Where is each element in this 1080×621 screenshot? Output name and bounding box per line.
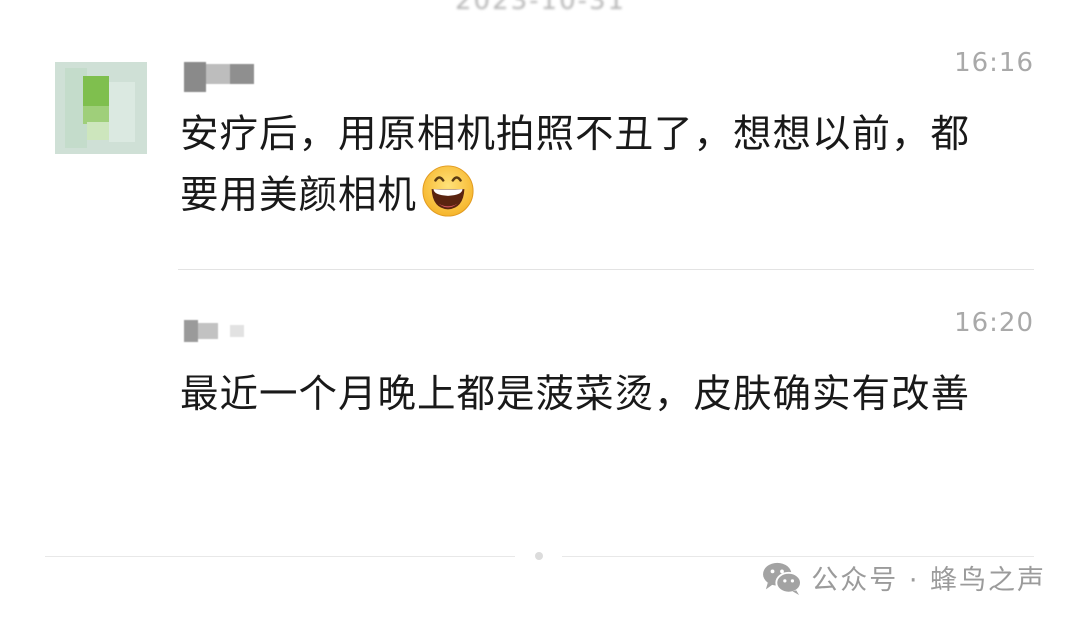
message-text-body: 安疗后，用原相机拍照不丑了，想想以前，都要用美颜相机 [180, 112, 971, 218]
message-text: 最近一个月晚上都是菠菜烫，皮肤确实有改善 [180, 372, 971, 417]
watermark: 公众号 · 蜂鸟之声 [761, 558, 1046, 597]
footer-divider-right [562, 556, 1034, 557]
message-divider [178, 269, 1034, 270]
footer-divider-dot [535, 552, 543, 560]
watermark-text: 公众号 · 蜂鸟之声 [811, 565, 1046, 596]
footer-divider-left [45, 556, 515, 557]
message-text: 安疗后，用原相机拍照不丑了，想想以前，都要用美颜相机 [180, 106, 1000, 225]
wechat-icon [763, 562, 803, 595]
sender-name-redacted [184, 62, 254, 92]
message-timestamp: 16:16 [954, 48, 1034, 78]
grinning-sweat-emoji [422, 165, 474, 217]
avatar[interactable] [55, 62, 147, 154]
date-stamp: 2023-10-31 [455, 0, 627, 16]
sender-name-redacted [184, 320, 244, 342]
message-timestamp: 16:20 [954, 308, 1034, 338]
